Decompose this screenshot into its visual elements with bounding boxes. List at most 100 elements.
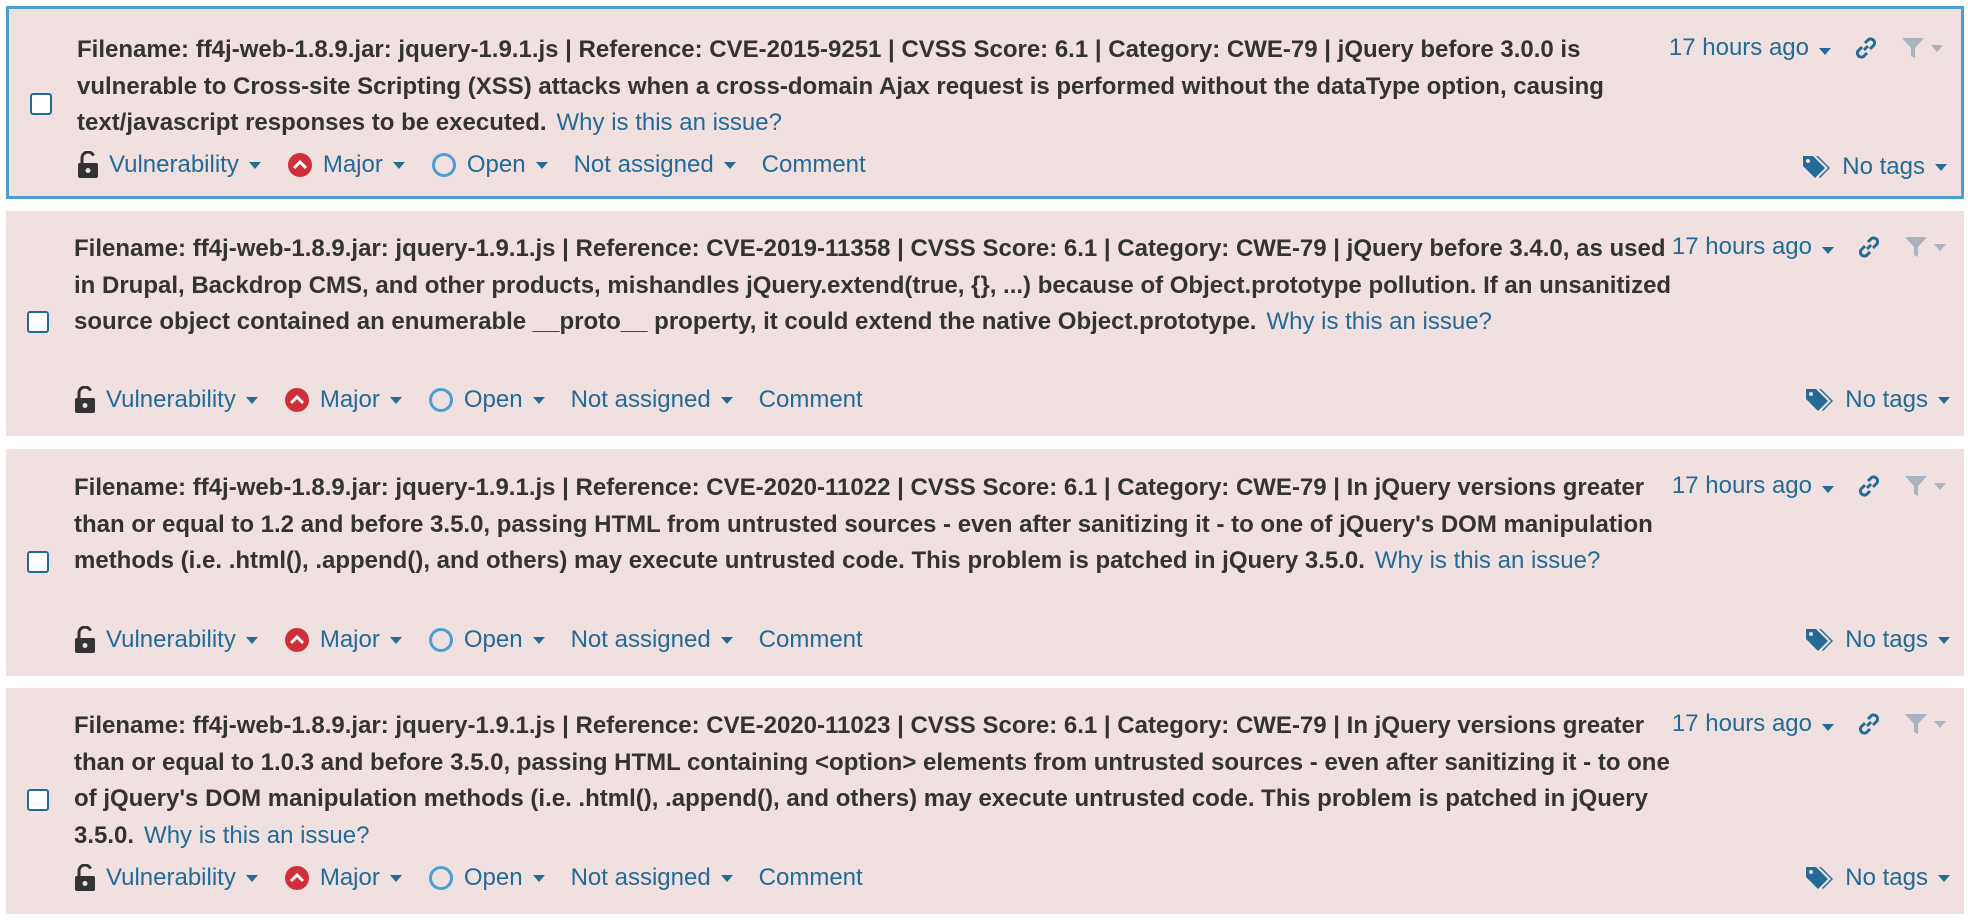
filter-icon	[1905, 714, 1927, 734]
issue-card[interactable]: Filename: ff4j-web-1.8.9.jar: jquery-1.9…	[6, 6, 1964, 199]
assignee-label[interactable]: Not assigned	[571, 386, 711, 414]
severity-label[interactable]: Major	[320, 864, 380, 892]
why-is-this-an-issue-link[interactable]: Why is this an issue?	[557, 109, 782, 136]
tags-label[interactable]: No tags	[1842, 153, 1925, 181]
comment-button[interactable]: Comment	[759, 864, 863, 892]
tags-icon	[1803, 156, 1831, 178]
chevron-down-icon	[1934, 482, 1946, 490]
tags-label[interactable]: No tags	[1845, 386, 1928, 414]
chevron-down-icon	[1822, 247, 1834, 254]
status-dropdown[interactable]: Open	[428, 386, 545, 414]
time-label[interactable]: 17 hours ago	[1672, 472, 1812, 499]
why-is-this-an-issue-link[interactable]: Why is this an issue?	[144, 822, 369, 849]
comment-button[interactable]: Comment	[759, 386, 863, 414]
issue-message[interactable]: Filename: ff4j-web-1.8.9.jar: jquery-1.9…	[77, 32, 1677, 142]
major-severity-icon	[284, 866, 309, 890]
issue-message[interactable]: Filename: ff4j-web-1.8.9.jar: jquery-1.9…	[74, 708, 1674, 854]
chevron-down-icon	[389, 636, 402, 644]
tags-label[interactable]: No tags	[1845, 626, 1928, 654]
comment-label[interactable]: Comment	[759, 626, 863, 654]
why-is-this-an-issue-link[interactable]: Why is this an issue?	[1375, 547, 1600, 574]
issue-checkbox[interactable]	[27, 789, 49, 811]
status-dropdown[interactable]: Open	[428, 626, 545, 654]
issue-message-text[interactable]: Filename: ff4j-web-1.8.9.jar: jquery-1.9…	[77, 36, 1604, 136]
assignee-dropdown[interactable]: Not assigned	[571, 626, 733, 654]
issue-card[interactable]: Filename: ff4j-web-1.8.9.jar: jquery-1.9…	[6, 211, 1964, 436]
assignee-dropdown[interactable]: Not assigned	[571, 864, 733, 892]
filter-dropdown[interactable]	[1904, 235, 1946, 259]
status-label[interactable]: Open	[464, 864, 523, 892]
filter-dropdown[interactable]	[1901, 36, 1943, 60]
issue-list: Filename: ff4j-web-1.8.9.jar: jquery-1.9…	[0, 0, 1968, 920]
chevron-down-icon	[392, 161, 405, 169]
severity-label[interactable]: Major	[320, 386, 380, 414]
type-label[interactable]: Vulnerability	[109, 151, 239, 179]
comment-label[interactable]: Comment	[759, 864, 863, 892]
severity-label[interactable]: Major	[323, 151, 383, 179]
status-label[interactable]: Open	[464, 386, 523, 414]
open-status-icon	[428, 866, 453, 890]
tags-dropdown[interactable]: No tags	[1805, 383, 1950, 417]
permalink-icon[interactable]	[1853, 35, 1879, 61]
tags-dropdown[interactable]: No tags	[1805, 623, 1950, 657]
permalink-icon[interactable]	[1856, 473, 1882, 499]
type-dropdown[interactable]: Vulnerability	[74, 864, 258, 892]
severity-dropdown[interactable]: Major	[284, 626, 402, 654]
assignee-dropdown[interactable]: Not assigned	[574, 151, 736, 179]
comment-label[interactable]: Comment	[759, 386, 863, 414]
chevron-down-icon	[720, 636, 733, 644]
filter-dropdown[interactable]	[1904, 712, 1946, 736]
type-label[interactable]: Vulnerability	[106, 386, 236, 414]
open-status-icon	[428, 388, 453, 412]
tags-dropdown[interactable]: No tags	[1802, 150, 1947, 184]
filter-dropdown[interactable]	[1904, 474, 1946, 498]
status-dropdown[interactable]: Open	[428, 864, 545, 892]
time-dropdown[interactable]: 17 hours ago	[1672, 233, 1834, 261]
why-is-this-an-issue-link[interactable]: Why is this an issue?	[1266, 308, 1491, 335]
type-dropdown[interactable]: Vulnerability	[74, 626, 258, 654]
comment-button[interactable]: Comment	[759, 626, 863, 654]
chevron-down-icon	[245, 636, 258, 644]
comment-label[interactable]: Comment	[762, 151, 866, 179]
permalink-icon[interactable]	[1856, 711, 1882, 737]
severity-dropdown[interactable]: Major	[287, 151, 405, 179]
severity-dropdown[interactable]: Major	[284, 864, 402, 892]
issue-meta-row: Vulnerability Major Open Not assigned Co…	[74, 383, 889, 417]
issue-message[interactable]: Filename: ff4j-web-1.8.9.jar: jquery-1.9…	[74, 470, 1674, 580]
issue-checkbox[interactable]	[30, 93, 52, 115]
time-dropdown[interactable]: 17 hours ago	[1669, 34, 1831, 62]
major-severity-icon	[287, 153, 312, 177]
chevron-down-icon	[1931, 44, 1943, 52]
issue-message[interactable]: Filename: ff4j-web-1.8.9.jar: jquery-1.9…	[74, 231, 1674, 341]
type-label[interactable]: Vulnerability	[106, 626, 236, 654]
type-dropdown[interactable]: Vulnerability	[74, 386, 258, 414]
tags-dropdown[interactable]: No tags	[1805, 861, 1950, 895]
status-label[interactable]: Open	[467, 151, 526, 179]
major-severity-icon	[284, 628, 309, 652]
comment-button[interactable]: Comment	[762, 151, 866, 179]
time-label[interactable]: 17 hours ago	[1672, 233, 1812, 260]
issue-card[interactable]: Filename: ff4j-web-1.8.9.jar: jquery-1.9…	[6, 449, 1964, 676]
issue-card[interactable]: Filename: ff4j-web-1.8.9.jar: jquery-1.9…	[6, 688, 1964, 914]
type-dropdown[interactable]: Vulnerability	[77, 151, 261, 179]
assignee-dropdown[interactable]: Not assigned	[571, 386, 733, 414]
issue-meta-row: Vulnerability Major Open Not assigned Co…	[74, 861, 889, 895]
assignee-label[interactable]: Not assigned	[574, 151, 714, 179]
permalink-icon[interactable]	[1856, 234, 1882, 260]
time-label[interactable]: 17 hours ago	[1669, 34, 1809, 61]
open-status-icon	[428, 628, 453, 652]
assignee-label[interactable]: Not assigned	[571, 626, 711, 654]
severity-label[interactable]: Major	[320, 626, 380, 654]
time-dropdown[interactable]: 17 hours ago	[1672, 472, 1834, 500]
status-label[interactable]: Open	[464, 626, 523, 654]
filter-icon	[1905, 237, 1927, 257]
type-label[interactable]: Vulnerability	[106, 864, 236, 892]
issue-checkbox[interactable]	[27, 551, 49, 573]
severity-dropdown[interactable]: Major	[284, 386, 402, 414]
tags-label[interactable]: No tags	[1845, 864, 1928, 892]
assignee-label[interactable]: Not assigned	[571, 864, 711, 892]
issue-checbox[interactable]	[27, 311, 49, 333]
time-label[interactable]: 17 hours ago	[1672, 710, 1812, 737]
time-dropdown[interactable]: 17 hours ago	[1672, 710, 1834, 738]
status-dropdown[interactable]: Open	[431, 151, 548, 179]
